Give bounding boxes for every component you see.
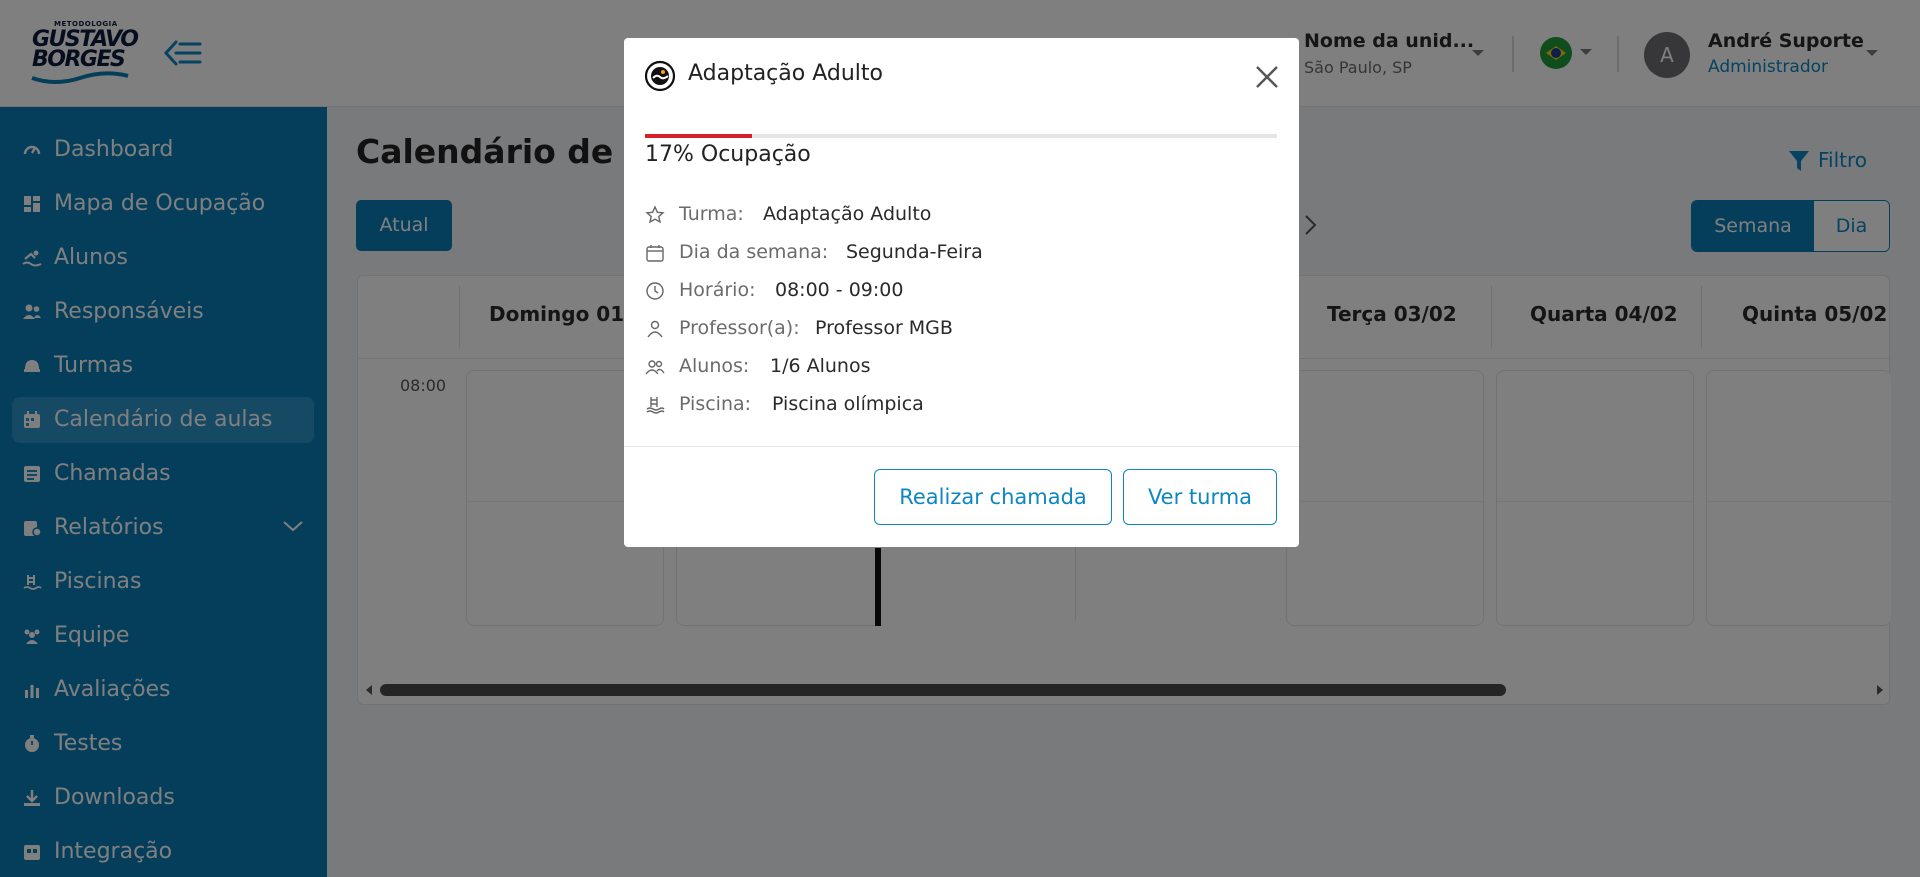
- take-attendance-button[interactable]: Realizar chamada: [874, 469, 1112, 525]
- info-value: Segunda-Feira: [846, 241, 983, 263]
- clock-icon: [646, 282, 664, 300]
- class-details-modal: Adaptação Adulto 17% Ocupação Turma: Ada…: [624, 38, 1299, 547]
- info-row-horario: Horário: 08:00 - 09:00: [645, 277, 1275, 305]
- occupancy-label: 17% Ocupação: [645, 142, 811, 167]
- info-value: Piscina olímpica: [772, 393, 924, 415]
- info-key: Turma:: [679, 203, 744, 225]
- info-key: Piscina:: [679, 393, 752, 415]
- info-row-alunos: Alunos: 1/6 Alunos: [645, 353, 1275, 381]
- info-row-turma: Turma: Adaptação Adulto: [645, 201, 1275, 229]
- info-key: Alunos:: [679, 355, 750, 377]
- pool-icon: [646, 397, 665, 414]
- info-row-piscina: Piscina: Piscina olímpica: [645, 391, 1275, 419]
- occupancy-progress-bar: [645, 134, 1277, 138]
- close-icon[interactable]: [1252, 62, 1282, 92]
- info-key: Dia da semana:: [679, 241, 829, 263]
- info-value: 1/6 Alunos: [770, 355, 871, 377]
- info-value: 08:00 - 09:00: [775, 279, 904, 301]
- star-icon: [645, 205, 665, 224]
- students-icon: [645, 360, 665, 375]
- swim-logo-icon: [644, 60, 676, 92]
- divider: [624, 446, 1299, 447]
- info-row-professor: Professor(a): Professor MGB: [645, 315, 1275, 343]
- modal-title: Adaptação Adulto: [688, 61, 883, 86]
- person-icon: [647, 320, 663, 338]
- info-key: Professor(a):: [679, 317, 800, 339]
- info-key: Horário:: [679, 279, 756, 301]
- calendar-icon: [646, 245, 664, 262]
- view-class-button[interactable]: Ver turma: [1123, 469, 1277, 525]
- occupancy-progress-fill: [645, 134, 753, 138]
- info-row-dia: Dia da semana: Segunda-Feira: [645, 239, 1275, 267]
- info-value: Professor MGB: [815, 317, 953, 339]
- info-value: Adaptação Adulto: [763, 203, 932, 225]
